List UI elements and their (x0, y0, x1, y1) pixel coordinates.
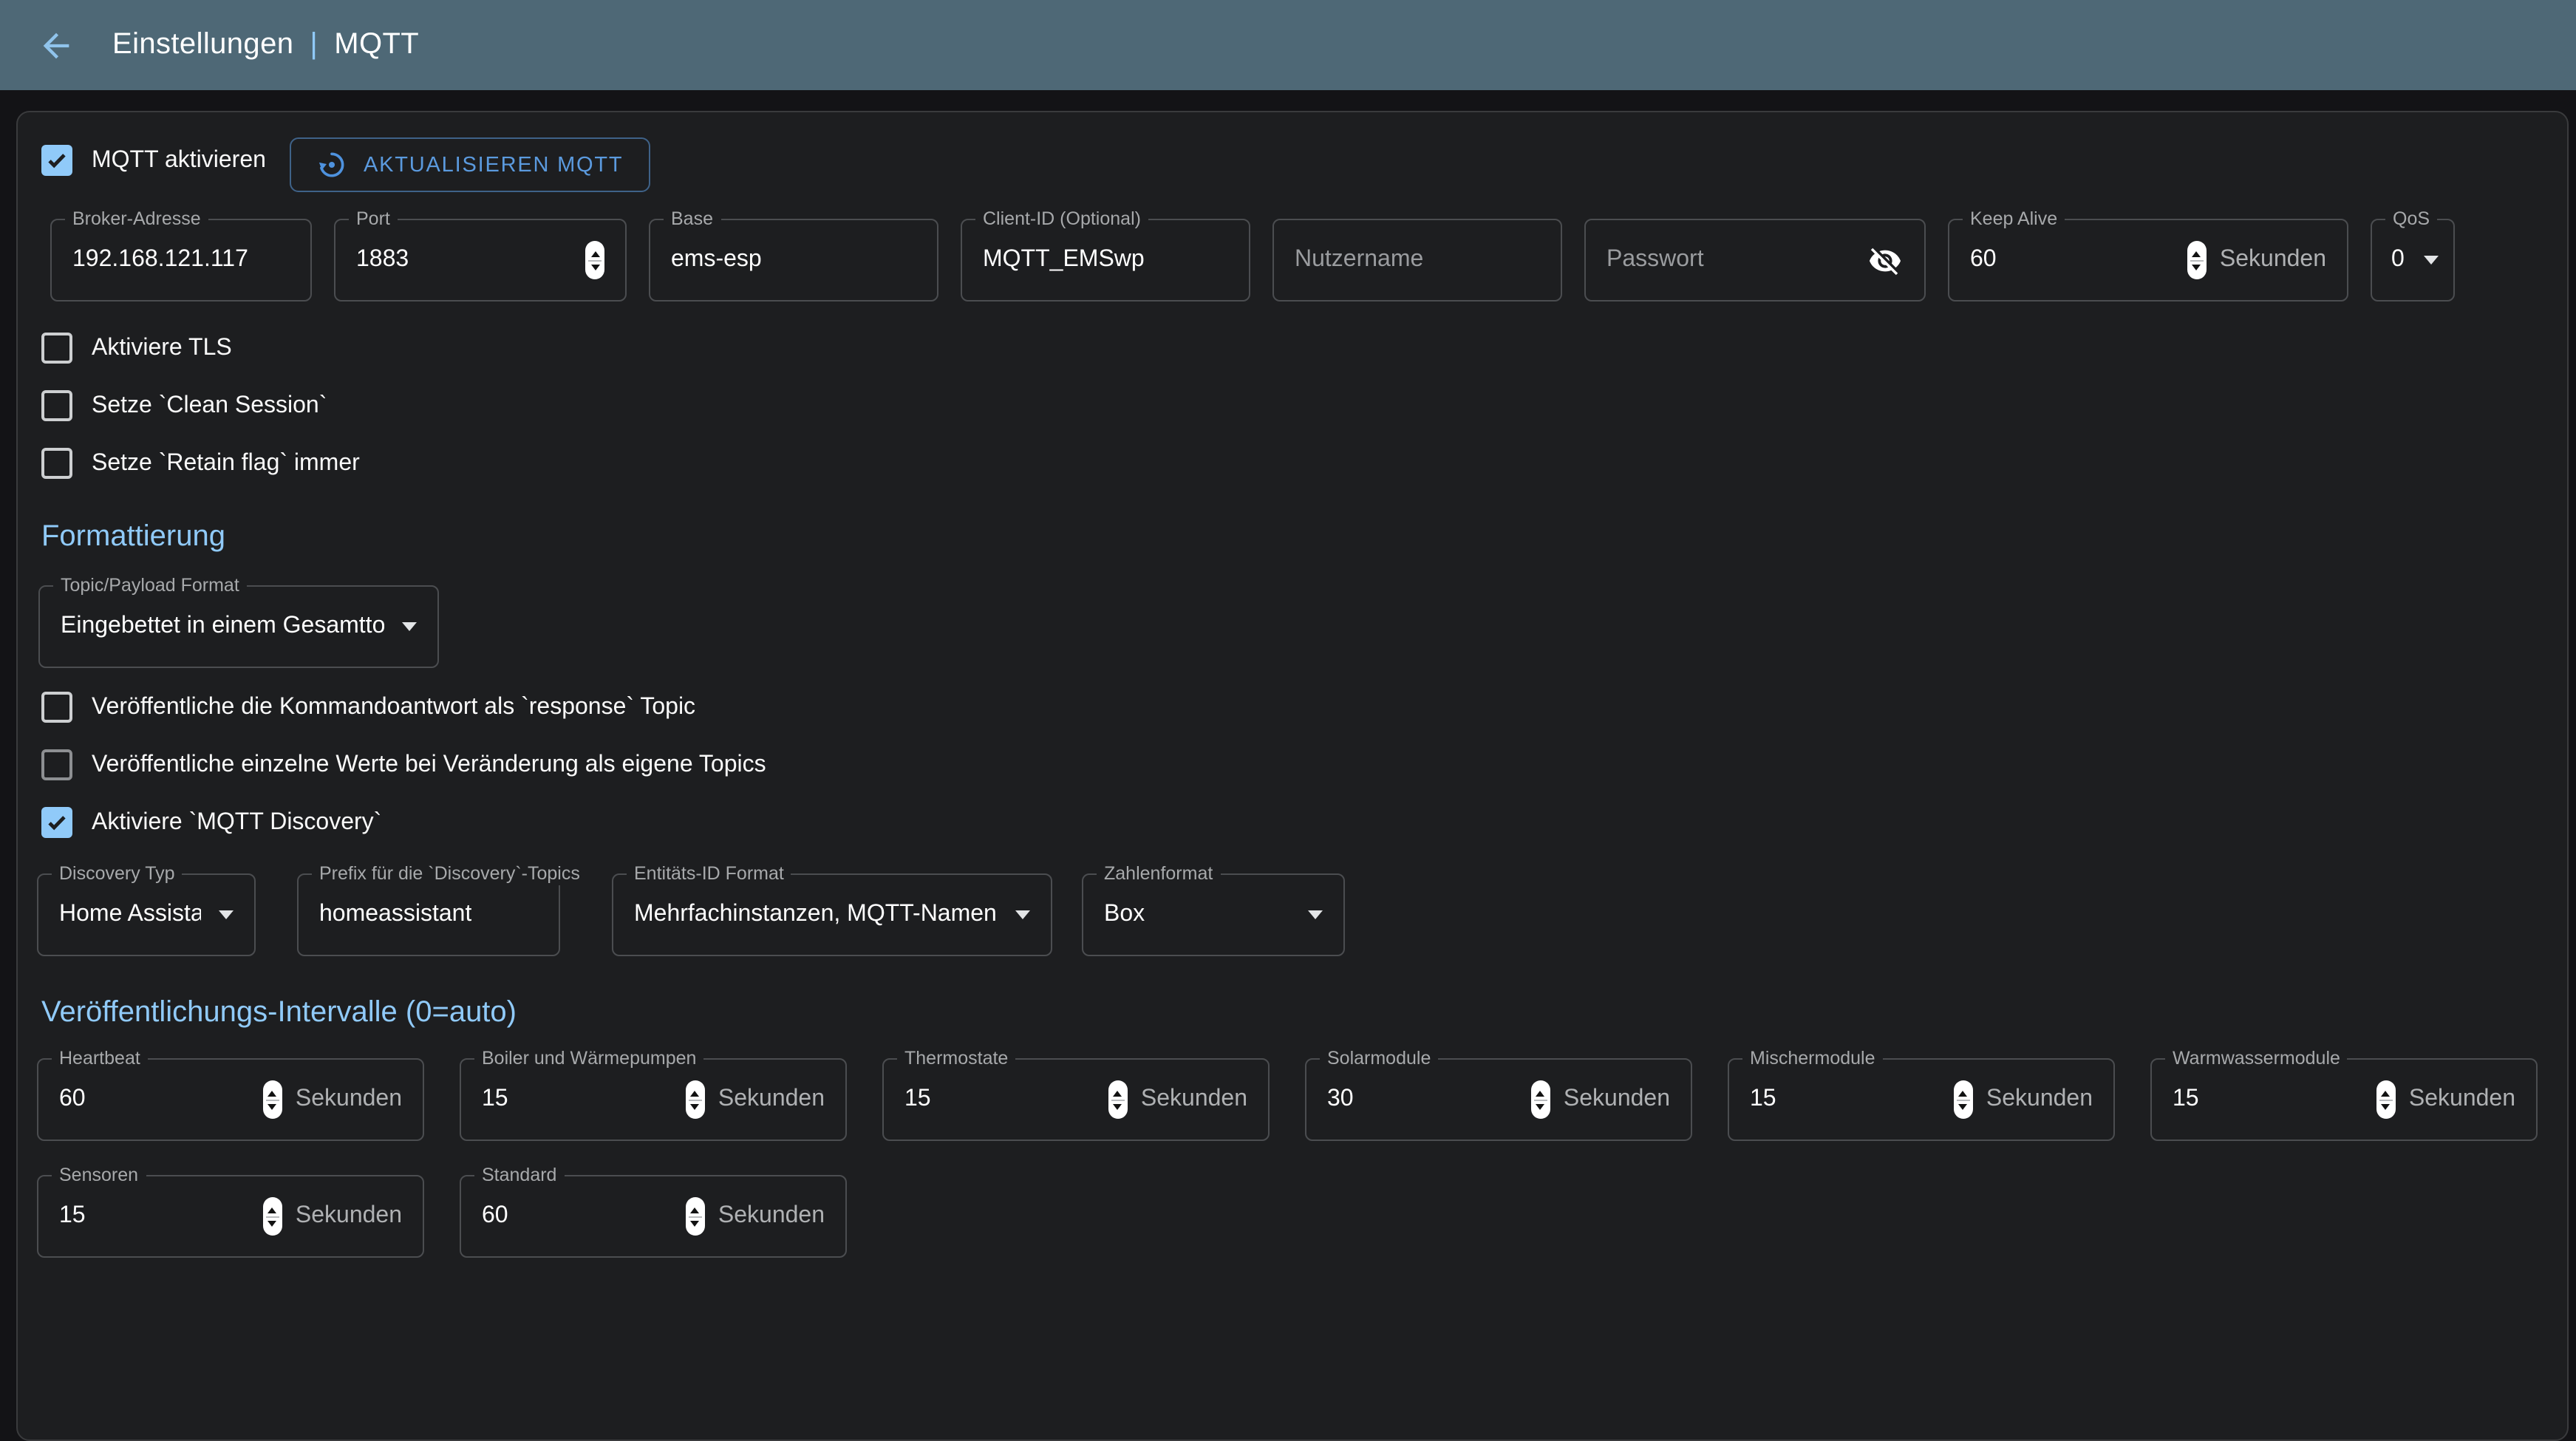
publish-single-values-checkbox[interactable]: Veröffentliche einzelne Werte bei Veränd… (41, 749, 766, 780)
checkbox-unchecked-icon (41, 692, 72, 723)
solar-interval-field[interactable]: Solarmodule 30 Sekunden (1305, 1058, 1692, 1141)
qos-select[interactable]: QoS 0 (2371, 219, 2455, 302)
number-stepper-icon[interactable] (263, 1197, 282, 1236)
password-field[interactable]: Passwort (1584, 219, 1926, 302)
topic-payload-format-label: Topic/Payload Format (53, 575, 247, 597)
checkbox-unchecked-icon (41, 749, 72, 780)
number-format-select[interactable]: Zahlenformat Box (1082, 873, 1345, 956)
number-stepper-icon[interactable] (585, 241, 604, 279)
username-placeholder: Nutzername (1295, 247, 1423, 273)
broker-address-value: 192.168.121.117 (72, 247, 248, 273)
page-title-secondary: MQTT (334, 28, 419, 62)
client-id-label: Client-ID (Optional) (975, 208, 1148, 231)
clean-session-checkbox[interactable]: Setze `Clean Session` (41, 390, 360, 421)
mqtt-enable-label: MQTT aktivieren (92, 147, 266, 174)
heartbeat-interval-field[interactable]: Heartbeat 60 Sekunden (37, 1058, 424, 1141)
checkbox-checked-icon (41, 145, 72, 176)
arrow-back-icon (37, 26, 75, 64)
broker-address-field[interactable]: Broker-Adresse 192.168.121.117 (50, 219, 312, 302)
discovery-fields-row: Discovery Typ Home Assistant Prefix für … (18, 873, 2567, 956)
base-label: Base (664, 208, 720, 231)
checkbox-unchecked-icon (41, 333, 72, 364)
number-stepper-icon[interactable] (1531, 1080, 1550, 1119)
toggle-password-visibility-button[interactable] (1865, 241, 1904, 279)
topic-payload-format-select[interactable]: Topic/Payload Format Eingebettet in eine… (38, 585, 439, 668)
base-value: ems-esp (671, 247, 762, 273)
number-stepper-icon[interactable] (686, 1080, 705, 1119)
number-stepper-icon[interactable] (2376, 1080, 2396, 1119)
water-heater-interval-field[interactable]: Warmwassermodule 15 Sekunden (2150, 1058, 2538, 1141)
arrow-drop-down-icon (402, 622, 417, 631)
page-title-primary: Einstellungen (112, 28, 293, 62)
discovery-type-select[interactable]: Discovery Typ Home Assistant (37, 873, 256, 956)
refresh-mqtt-button[interactable]: AKTUALISIEREN MQTT (290, 137, 650, 192)
discovery-prefix-field[interactable]: Prefix für die `Discovery`-Topics homeas… (297, 873, 560, 956)
checkbox-unchecked-icon (41, 448, 72, 479)
mqtt-discovery-checkbox[interactable]: Aktiviere `MQTT Discovery` (41, 807, 766, 838)
arrow-drop-down-icon (1015, 910, 1030, 919)
entity-id-format-select[interactable]: Entitäts-ID Format Mehrfachinstanzen, MQ… (612, 873, 1052, 956)
retain-flag-checkbox[interactable]: Setze `Retain flag` immer (41, 448, 360, 479)
number-stepper-icon[interactable] (1108, 1080, 1128, 1119)
title-separator: | (310, 28, 318, 62)
number-stepper-icon[interactable] (263, 1080, 282, 1119)
intervals-row-1: Heartbeat 60 Sekunden Boiler und Wärmepu… (37, 1058, 2538, 1141)
boiler-interval-field[interactable]: Boiler und Wärmepumpen 15 Sekunden (460, 1058, 847, 1141)
checkbox-unchecked-icon (41, 390, 72, 421)
thermostat-interval-field[interactable]: Thermostate 15 Sekunden (882, 1058, 1270, 1141)
topic-payload-format-value: Eingebettet in einem Gesamttopic (61, 613, 384, 640)
qos-value: 0 (2391, 247, 2405, 273)
arrow-drop-down-icon (1308, 910, 1323, 919)
page-title: Einstellungen | MQTT (112, 28, 419, 62)
number-stepper-icon[interactable] (1954, 1080, 1973, 1119)
enable-tls-checkbox[interactable]: Aktiviere TLS (41, 333, 360, 364)
base-field[interactable]: Base ems-esp (649, 219, 938, 302)
connection-fields-row: Broker-Adresse 192.168.121.117 Port 1883… (50, 219, 2455, 302)
port-field[interactable]: Port 1883 (334, 219, 627, 302)
keep-alive-label: Keep Alive (1963, 208, 2065, 231)
qos-label: QoS (2385, 208, 2437, 231)
settings-backup-restore-icon (316, 149, 347, 180)
username-field[interactable]: Nutzername (1272, 219, 1562, 302)
intervals-row-2: Sensoren 15 Sekunden Standard 60 Sekunde… (37, 1175, 847, 1258)
visibility-off-icon (1867, 243, 1901, 277)
publish-response-checkbox[interactable]: Veröffentliche die Kommandoantwort als `… (41, 692, 766, 723)
refresh-mqtt-button-label: AKTUALISIEREN MQTT (364, 153, 623, 177)
app-bar: Einstellungen | MQTT (0, 0, 2576, 90)
mqtt-enable-checkbox[interactable]: MQTT aktivieren (41, 145, 266, 176)
keep-alive-field[interactable]: Keep Alive 60 Sekunden (1948, 219, 2348, 302)
mixer-interval-field[interactable]: Mischermodule 15 Sekunden (1728, 1058, 2115, 1141)
back-button[interactable] (21, 10, 92, 81)
mqtt-settings-panel: MQTT aktivieren AKTUALISIEREN MQTT Broke… (16, 111, 2569, 1441)
publish-options-group: Veröffentliche die Kommandoantwort als `… (41, 692, 766, 838)
port-label: Port (349, 208, 398, 231)
number-stepper-icon[interactable] (686, 1197, 705, 1236)
publish-intervals-heading: Veröffentlichungs-Intervalle (0=auto) (41, 996, 517, 1030)
default-interval-field[interactable]: Standard 60 Sekunden (460, 1175, 847, 1258)
sensors-interval-field[interactable]: Sensoren 15 Sekunden (37, 1175, 424, 1258)
client-id-field[interactable]: Client-ID (Optional) MQTT_EMSwp (961, 219, 1250, 302)
keep-alive-value: 60 (1970, 247, 1997, 273)
connection-options-group: Aktiviere TLS Setze `Clean Session` Setz… (41, 333, 360, 479)
checkbox-checked-icon (41, 807, 72, 838)
keep-alive-unit: Sekunden (2220, 247, 2326, 273)
password-placeholder: Passwort (1606, 247, 1704, 273)
formatting-heading: Formattierung (41, 520, 225, 554)
number-stepper-icon[interactable] (2187, 241, 2207, 279)
arrow-drop-down-icon (219, 910, 234, 919)
port-value: 1883 (356, 247, 409, 273)
arrow-drop-down-icon (2424, 256, 2439, 265)
client-id-value: MQTT_EMSwp (983, 247, 1145, 273)
broker-address-label: Broker-Adresse (65, 208, 208, 231)
